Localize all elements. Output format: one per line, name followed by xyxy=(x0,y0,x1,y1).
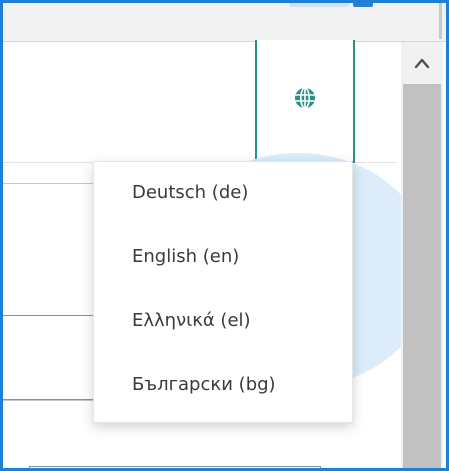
vertical-scrollbar[interactable] xyxy=(401,42,443,468)
bottom-input-field[interactable] xyxy=(29,466,321,468)
top-bar xyxy=(3,3,446,42)
form-field-underline xyxy=(3,399,95,400)
scrollbar-thumb[interactable] xyxy=(403,84,441,468)
scroll-up-button[interactable] xyxy=(401,42,443,84)
top-bar-link-faded xyxy=(289,3,349,7)
top-bar-edge xyxy=(439,3,442,39)
form-field-underline xyxy=(3,315,95,316)
language-selector-button[interactable] xyxy=(255,40,355,163)
app-window: Deutsch (de) English (en) Ελληνικά (el) … xyxy=(0,0,449,471)
language-dropdown-menu: Deutsch (de) English (en) Ελληνικά (el) … xyxy=(93,161,353,423)
chevron-up-icon xyxy=(414,58,430,69)
language-option-bg[interactable]: Български (bg) xyxy=(94,372,352,436)
language-option-de[interactable]: Deutsch (de) xyxy=(94,180,352,244)
language-option-en[interactable]: English (en) xyxy=(94,244,352,308)
language-option-el[interactable]: Ελληνικά (el) xyxy=(94,308,352,372)
globe-icon xyxy=(295,86,315,109)
top-bar-link[interactable] xyxy=(353,3,373,7)
